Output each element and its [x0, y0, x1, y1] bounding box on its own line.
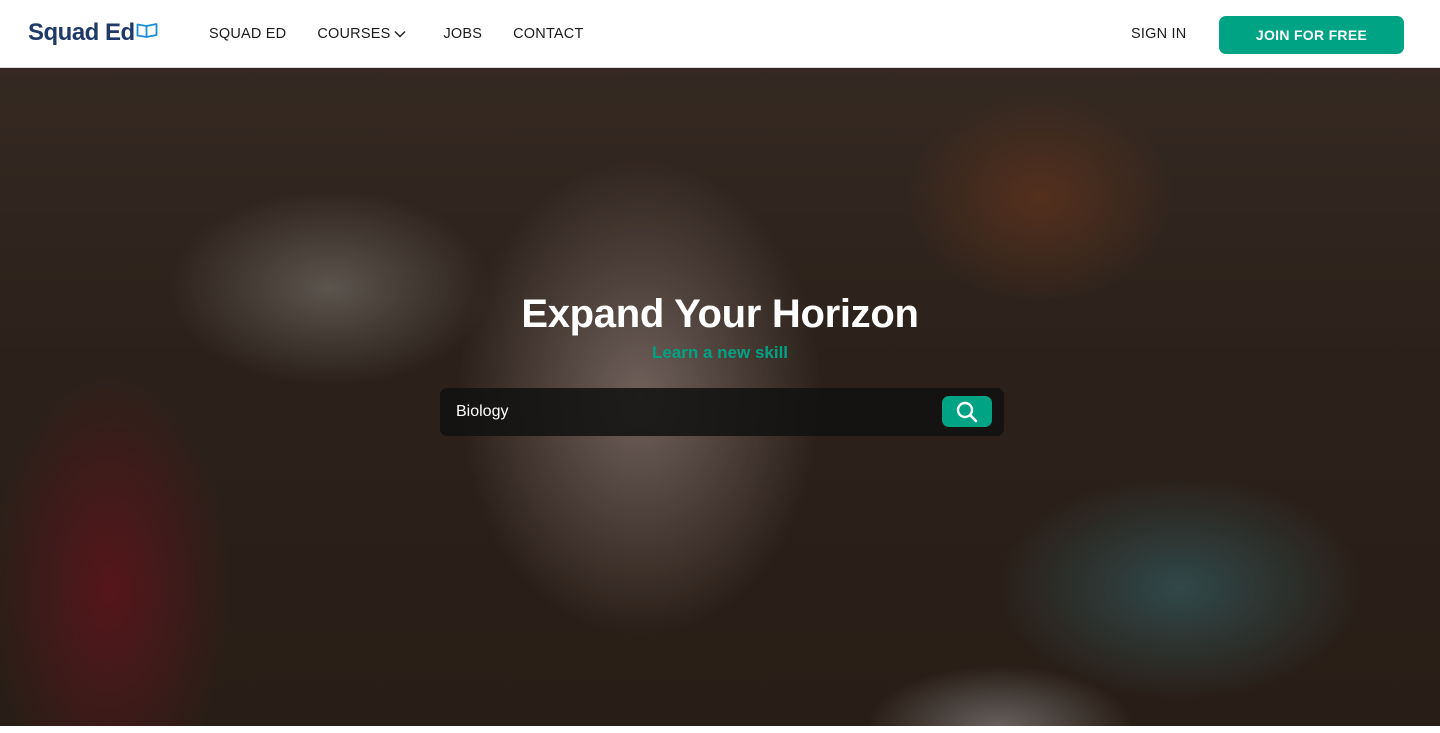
nav-item-label: JOBS [443, 26, 483, 42]
search-button[interactable] [942, 396, 992, 427]
hero-title: Expand Your Horizon [521, 292, 919, 336]
nav-item-jobs[interactable]: JOBS [443, 26, 482, 42]
course-search-bar [440, 388, 1004, 436]
join-for-free-button[interactable]: JOIN FOR FREE [1219, 16, 1404, 54]
main-nav: SQUAD ED COURSES JOBS CONTACT [209, 0, 615, 68]
nav-item-contact[interactable]: CONTACT [513, 26, 583, 42]
hero-banner: Expand Your Horizon Learn a new skill [0, 68, 1440, 726]
brand-logo[interactable]: Squad Ed [28, 17, 158, 49]
site-header: Squad Ed SQUAD ED COURSES JOBS CONTACT S… [0, 0, 1440, 68]
search-input[interactable] [456, 388, 936, 436]
nav-item-label: CONTACT [513, 26, 584, 42]
hero-subtitle: Learn a new skill [651, 343, 789, 362]
nav-item-courses[interactable]: COURSES [317, 26, 406, 42]
sign-in-link[interactable]: SIGN IN [1131, 26, 1186, 42]
nav-item-label: SQUAD ED [209, 26, 287, 42]
open-book-icon [136, 23, 158, 38]
search-icon [956, 401, 978, 422]
brand-name: Squad Ed [28, 19, 135, 46]
nav-item-label: COURSES [317, 26, 391, 42]
chevron-down-icon [394, 31, 406, 38]
nav-item-squad-ed[interactable]: SQUAD ED [209, 26, 286, 42]
